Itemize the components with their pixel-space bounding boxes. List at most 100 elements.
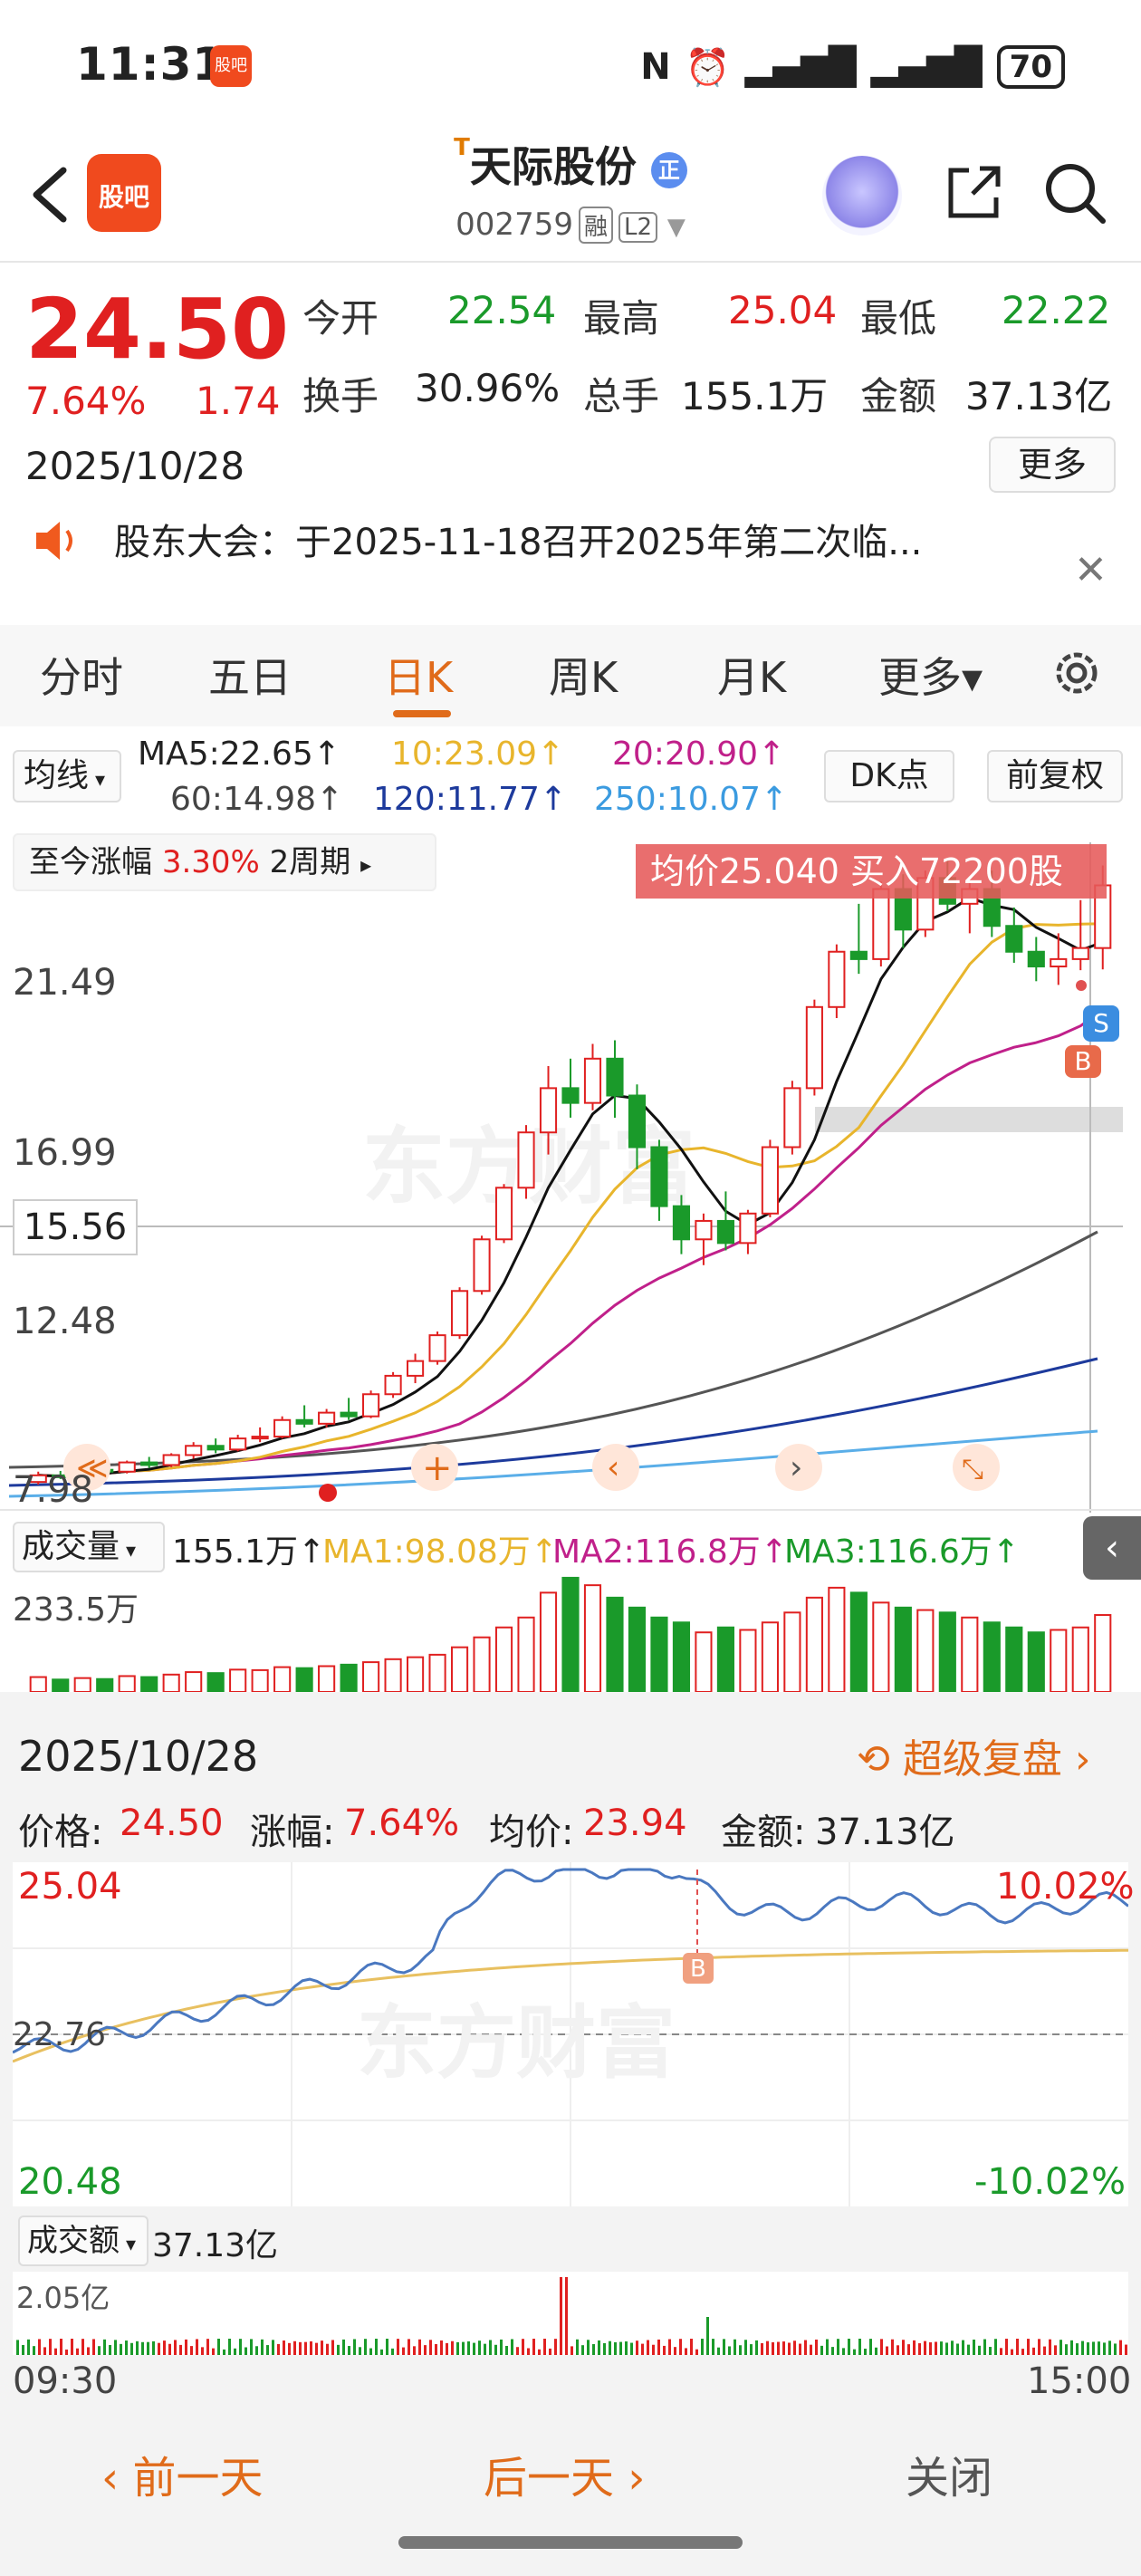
amount-bar <box>734 2339 736 2355</box>
super-replay-button[interactable]: ⟲ 超级复盘 › <box>857 1726 1090 1784</box>
candle-body <box>229 1437 247 1451</box>
notice-text[interactable]: 股东大会：于2025-11-18召开2025年第二次临... <box>114 513 922 565</box>
ma250-value: 250:10.07↑ <box>594 781 789 818</box>
event-dot <box>319 1484 337 1502</box>
amount-bar <box>190 2346 193 2355</box>
volume-selector[interactable]: 成交量 ▾ <box>13 1522 165 1572</box>
amount-bar <box>87 2347 90 2355</box>
volume-bar <box>606 1596 624 1692</box>
candle-body <box>606 1057 624 1097</box>
since-gain-label: 至今涨幅 <box>29 844 152 880</box>
tab-five-day[interactable]: 五日 <box>208 645 292 705</box>
volume-bar <box>628 1606 647 1692</box>
amount-selector-label: 成交额 <box>27 2223 120 2259</box>
amount-bar <box>967 2344 970 2355</box>
next-day-label: 后一天 <box>484 2453 615 2504</box>
volume-bar <box>517 1616 535 1692</box>
amount-bar <box>962 2340 964 2355</box>
tab-day-k[interactable]: 日K <box>384 645 453 705</box>
battery-icon: 70 <box>996 45 1065 89</box>
amount-bar <box>391 2348 394 2355</box>
prev-day-button[interactable]: ‹ 前一天 <box>101 2442 263 2505</box>
amount-selector[interactable]: 成交额 ▾ <box>18 2216 149 2266</box>
amount-bar <box>896 2345 899 2355</box>
amount-bar <box>1032 2347 1035 2355</box>
assistant-robot-icon[interactable] <box>822 156 902 235</box>
amount-bar <box>750 2344 753 2355</box>
amount-bar <box>500 2339 503 2355</box>
alarm-icon: ⏰ <box>685 46 731 89</box>
buy-marker[interactable]: B <box>1065 1045 1101 1078</box>
amount-bar <box>766 2341 769 2355</box>
dk-point-button[interactable]: DK点 <box>824 750 954 803</box>
next-day-button[interactable]: 后一天 › <box>484 2442 645 2505</box>
amount-bar <box>348 2346 350 2355</box>
candle-body <box>407 1360 425 1377</box>
amount-bar <box>380 2349 383 2355</box>
amount-bar <box>772 2341 774 2355</box>
amount-bar <box>587 2340 590 2355</box>
amount-bar <box>739 2345 742 2355</box>
sell-marker[interactable]: S <box>1083 1005 1119 1042</box>
panel-avg-label: 均价: <box>489 1812 574 1853</box>
amount-bar <box>408 2339 410 2355</box>
amount-bar <box>130 2342 133 2355</box>
intraday-y-bot: 20.48 <box>18 2161 122 2203</box>
ma-selector[interactable]: 均线 ▾ <box>13 750 121 803</box>
gear-icon[interactable] <box>1049 645 1105 701</box>
candle-body <box>185 1445 203 1456</box>
intraday-chart[interactable]: 东方财富 B <box>13 1862 1128 2206</box>
tab-timeshare[interactable]: 分时 <box>40 645 123 705</box>
more-button[interactable]: 更多 <box>989 437 1116 493</box>
volume-bar <box>206 1672 225 1692</box>
adjust-button[interactable]: 前复权 <box>987 750 1123 803</box>
close-button[interactable]: 关闭 <box>906 2442 992 2505</box>
header-divider <box>0 261 1141 263</box>
amount-bar <box>212 2348 215 2355</box>
amount-bar <box>869 2339 872 2355</box>
amount-bar <box>494 2344 497 2355</box>
stock-name: 天际股份 <box>469 142 637 191</box>
share-icon[interactable] <box>942 161 1005 225</box>
tab-week-k[interactable]: 周K <box>549 645 618 705</box>
candle-body <box>805 1005 823 1090</box>
candle-body <box>583 1057 602 1104</box>
volume-bar <box>162 1673 180 1692</box>
amount-bar <box>473 2342 475 2355</box>
volume-bar <box>805 1596 823 1692</box>
candle-body <box>517 1131 535 1189</box>
volume-bar <box>716 1626 734 1692</box>
amount-bar <box>831 2347 834 2355</box>
search-icon[interactable] <box>1041 159 1108 226</box>
home-indicator[interactable] <box>398 2536 743 2549</box>
amount-bar <box>782 2341 785 2355</box>
amount-bar <box>777 2341 780 2355</box>
amount-bar <box>304 2341 307 2355</box>
tab-month-k[interactable]: 月K <box>717 645 786 705</box>
amount-bar <box>674 2347 676 2355</box>
volume-bar <box>52 1678 70 1692</box>
candle-body <box>828 950 846 1008</box>
volume-bar <box>1027 1631 1045 1692</box>
amount-bar <box>891 2339 894 2355</box>
amount-bar <box>54 2348 57 2355</box>
candle-body <box>206 1445 225 1451</box>
since-gain-box[interactable]: 至今涨幅 3.30% 2周期 ▸ <box>13 833 436 891</box>
tab-more[interactable]: 更多▾ <box>878 645 983 705</box>
collapse-icon[interactable]: ‹ <box>1083 1516 1141 1580</box>
volume-bar <box>340 1663 358 1692</box>
volume-bar <box>384 1658 402 1692</box>
kline-chart[interactable]: 东方财富 ≪ + ‹ › ⤡ <box>0 815 1141 1513</box>
candle-body <box>561 1087 580 1104</box>
y-label-2: 16.99 <box>13 1132 117 1174</box>
amount-bar <box>315 2342 318 2355</box>
amount-bar <box>837 2339 839 2355</box>
close-icon[interactable]: ✕ <box>1074 547 1107 593</box>
amount-bar <box>1108 2341 1111 2355</box>
verified-badge: 正 <box>650 151 687 188</box>
volume-bar <box>251 1668 269 1692</box>
volume-divider <box>0 1509 1141 1511</box>
amount-bar <box>609 2341 611 2355</box>
amount-bar <box>929 2342 932 2355</box>
candle-body <box>273 1418 292 1438</box>
